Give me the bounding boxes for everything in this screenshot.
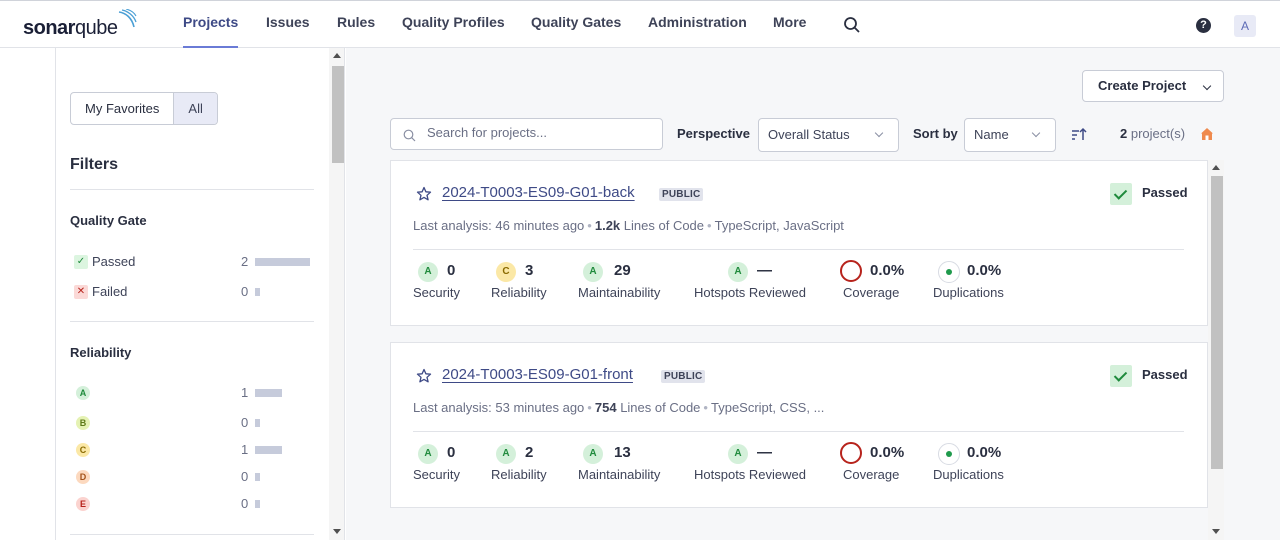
project-count: 2 project(s) — [1120, 126, 1186, 141]
scroll-up-arrow-icon[interactable] — [1212, 165, 1220, 170]
coverage-ring-icon — [840, 260, 862, 282]
project-card: 2024-T0003-ES09-G01-back PUBLIC Passed L… — [390, 160, 1208, 326]
scroll-down-arrow-icon[interactable] — [333, 529, 341, 534]
count-bar — [255, 500, 260, 508]
visibility-badge: PUBLIC — [661, 370, 706, 383]
perspective-select[interactable]: Overall Status — [758, 118, 899, 152]
count-bar — [255, 258, 310, 266]
create-project-button[interactable]: Create Project — [1082, 70, 1224, 102]
project-meta: Last analysis: 46 minutes ago • 1.2k Lines… — [413, 218, 844, 233]
grade-badge: C — [496, 262, 516, 282]
my-favorites-button[interactable]: My Favorites — [71, 93, 173, 124]
quality-gate-title: Quality Gate — [70, 213, 147, 228]
perspective-label: Perspective — [677, 126, 750, 141]
top-navigation-bar: sonarqube Projects Issues Rules Quality … — [0, 0, 1280, 49]
sonarqube-logo[interactable]: sonarqube — [23, 9, 137, 39]
sidebar-scrollbar[interactable] — [329, 48, 344, 540]
grade-badge: A — [496, 444, 516, 464]
project-card: 2024-T0003-ES09-G01-front PUBLIC Passed … — [390, 342, 1208, 508]
duplications-ring-icon — [938, 261, 960, 283]
chevron-down-icon — [1031, 128, 1041, 138]
filters-sidebar: My Favorites All Filters Quality Gate ✓ … — [55, 48, 345, 540]
project-meta: Last analysis: 53 minutes ago • 754 Lines … — [413, 400, 825, 415]
grade-badge: A — [583, 444, 603, 464]
scroll-down-arrow-icon[interactable] — [1212, 529, 1220, 534]
star-icon[interactable] — [416, 186, 432, 202]
grade-a-badge: A — [76, 386, 90, 400]
scroll-up-arrow-icon[interactable] — [333, 53, 341, 58]
grade-d-badge: D — [76, 470, 90, 484]
sort-select[interactable]: Name — [964, 118, 1056, 152]
sort-direction-icon[interactable] — [1071, 127, 1088, 141]
avatar[interactable]: A — [1234, 15, 1256, 37]
grade-badge: A — [728, 444, 748, 464]
nav-more[interactable]: More — [773, 14, 806, 49]
grade-badge: A — [728, 262, 748, 282]
project-list-scrollbar[interactable] — [1208, 160, 1224, 540]
filter-failed[interactable]: ✕ Failed 0 — [70, 282, 314, 302]
chevron-down-icon — [874, 128, 884, 138]
home-icon[interactable] — [1200, 127, 1214, 141]
scrollbar-thumb[interactable] — [1211, 176, 1223, 469]
grade-badge: A — [583, 262, 603, 282]
grade-e-badge: E — [76, 497, 90, 511]
duplications-ring-icon — [938, 443, 960, 465]
star-icon[interactable] — [416, 368, 432, 384]
project-search-box[interactable] — [390, 118, 663, 150]
check-icon: ✓ — [74, 255, 88, 269]
favorites-toggle: My Favorites All — [70, 92, 218, 125]
all-button[interactable]: All — [173, 93, 217, 124]
count-bar — [255, 389, 282, 397]
nav-projects[interactable]: Projects — [183, 14, 239, 49]
check-icon — [1110, 183, 1132, 205]
coverage-ring-icon — [840, 442, 862, 464]
filter-reliability-c[interactable]: C 1 — [70, 440, 314, 460]
grade-c-badge: C — [76, 443, 90, 457]
divider — [70, 534, 314, 535]
project-name-link[interactable]: 2024-T0003-ES09-G01-front — [442, 366, 633, 383]
filter-reliability-b[interactable]: B 0 — [70, 413, 314, 433]
filter-reliability-a[interactable]: A 1 — [70, 383, 314, 403]
scrollbar-thumb[interactable] — [332, 66, 344, 163]
cross-icon: ✕ — [74, 285, 88, 299]
nav-issues[interactable]: Issues — [266, 14, 310, 49]
grade-badge: A — [418, 262, 438, 282]
reliability-title: Reliability — [70, 345, 132, 360]
grade-badge: A — [418, 444, 438, 464]
count-bar — [255, 288, 260, 296]
nav-quality-gates[interactable]: Quality Gates — [531, 14, 621, 49]
nav-administration[interactable]: Administration — [648, 14, 747, 49]
nav-rules[interactable]: Rules — [337, 14, 375, 49]
divider — [70, 189, 314, 190]
project-name-link[interactable]: 2024-T0003-ES09-G01-back — [442, 184, 635, 201]
projects-main: Create Project Perspective Overall Statu… — [346, 48, 1280, 540]
filters-title: Filters — [70, 156, 119, 173]
search-input[interactable] — [427, 125, 647, 140]
filter-reliability-e[interactable]: E 0 — [70, 494, 314, 514]
sonar-waves-icon — [118, 9, 137, 28]
filter-passed[interactable]: ✓ Passed 2 — [70, 252, 314, 272]
sort-label: Sort by — [913, 126, 958, 141]
nav-quality-profiles[interactable]: Quality Profiles — [402, 14, 505, 49]
help-icon[interactable]: ? — [1196, 18, 1211, 33]
filter-reliability-d[interactable]: D 0 — [70, 467, 314, 487]
divider — [70, 321, 314, 322]
search-icon — [403, 129, 416, 142]
chevron-down-icon — [1202, 81, 1212, 91]
check-icon — [1110, 365, 1132, 387]
count-bar — [255, 473, 260, 481]
search-icon[interactable] — [843, 16, 861, 34]
divider — [413, 431, 1184, 432]
count-bar — [255, 446, 282, 454]
divider — [413, 249, 1184, 250]
grade-b-badge: B — [76, 416, 90, 430]
visibility-badge: PUBLIC — [659, 188, 704, 201]
count-bar — [255, 419, 260, 427]
